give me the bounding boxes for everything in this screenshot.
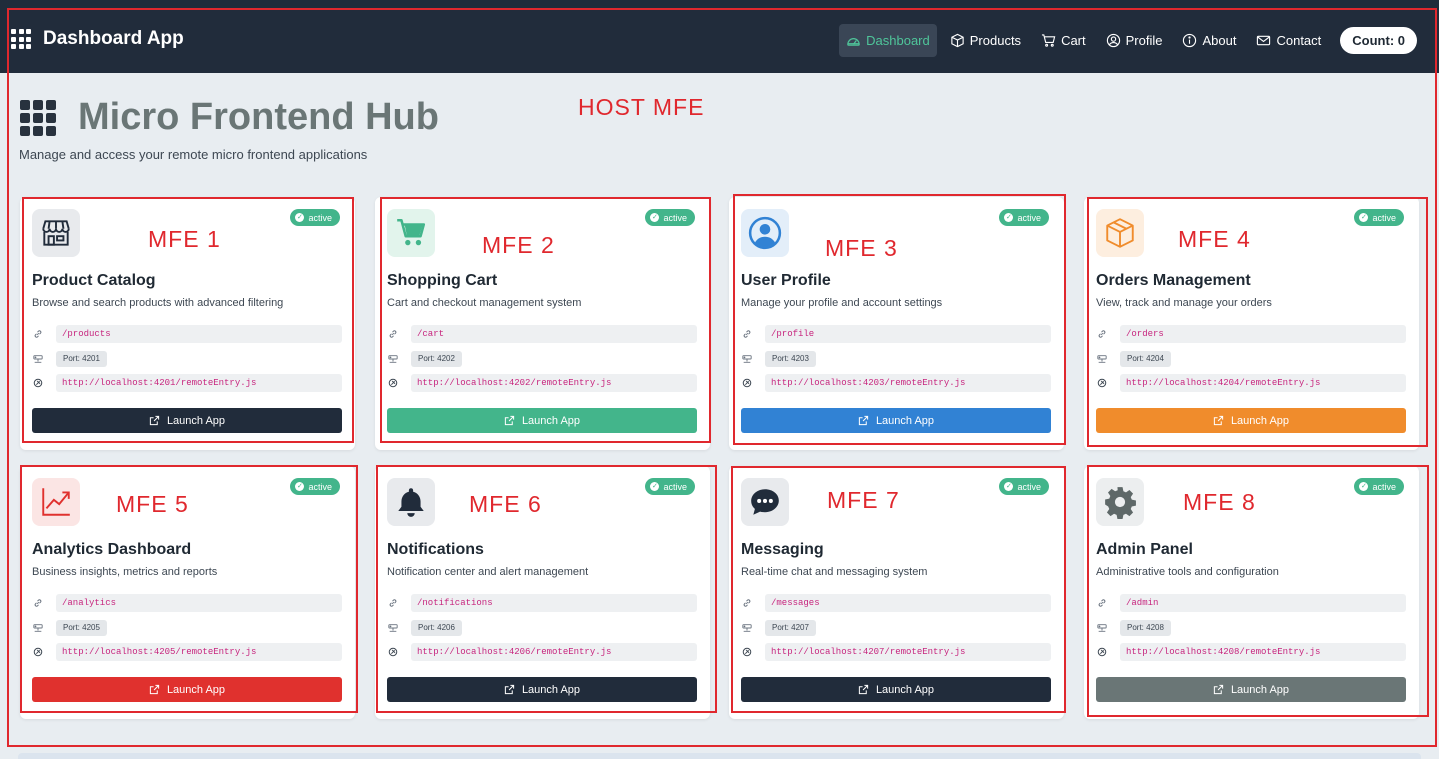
mfe-label: MFE 1: [148, 226, 221, 252]
mfe-label: MFE 6: [469, 491, 542, 517]
mfe-label: MFE 3: [825, 235, 898, 261]
mfe-label: MFE 4: [1178, 226, 1251, 252]
mfe-outline: [733, 194, 1066, 445]
mfe-outline: [20, 465, 358, 713]
mfe-outline: [376, 465, 717, 713]
mfe-label: MFE 5: [116, 491, 189, 517]
mfe-outline: [1087, 465, 1429, 717]
mfe-label: MFE 7: [827, 487, 900, 513]
mfe-label: MFE 2: [482, 232, 555, 258]
host-mfe-label: HOST MFE: [578, 94, 705, 120]
footer-panel: [18, 753, 1421, 759]
mfe-label: MFE 8: [1183, 489, 1256, 515]
mfe-outline: [1087, 197, 1428, 447]
